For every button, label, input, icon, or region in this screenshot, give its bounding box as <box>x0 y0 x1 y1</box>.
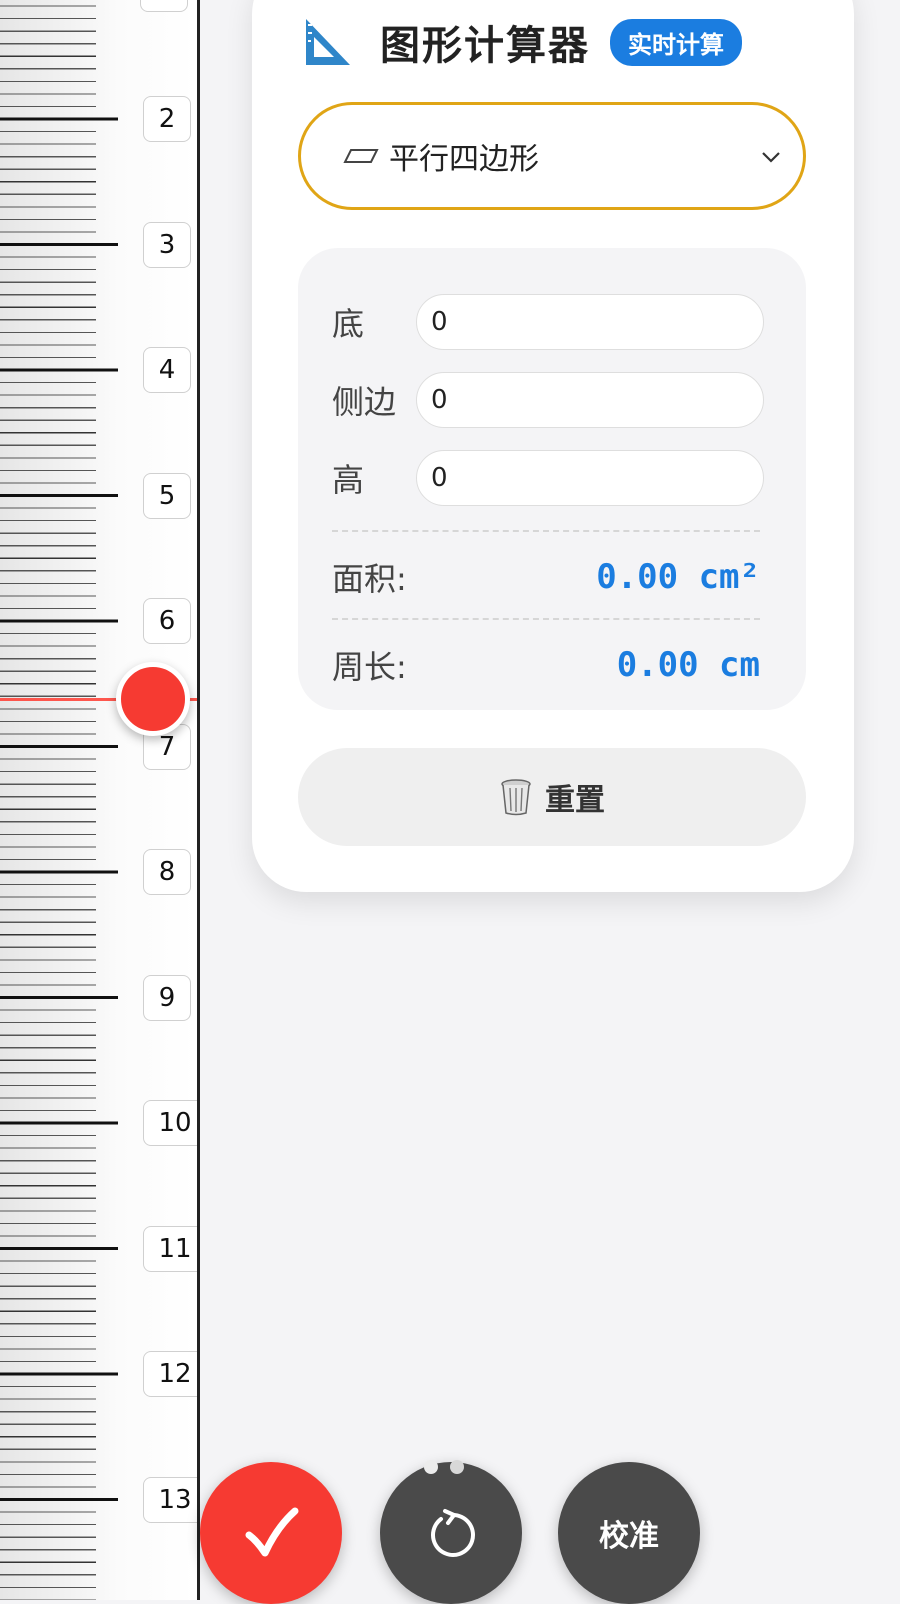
ruler-label: 5 <box>143 472 191 519</box>
ruler-label: 13 <box>143 1476 197 1523</box>
field-label: 底 <box>332 305 365 343</box>
field-height: 高 <box>332 450 764 506</box>
ruler-label-cropped <box>140 0 188 12</box>
perimeter-label: 周长: <box>332 648 407 686</box>
reset-label: 重置 <box>545 783 605 818</box>
reset-button[interactable]: 重置 <box>298 748 806 846</box>
divider <box>332 618 760 620</box>
area-value: 0.00 cm² <box>596 557 760 597</box>
calibrate-button[interactable]: 校准 <box>558 1462 700 1604</box>
area-result: 面积: 0.00 cm² <box>332 552 760 602</box>
perimeter-value: 0.00 cm <box>616 645 760 685</box>
measure-handle[interactable] <box>116 662 190 736</box>
field-label: 侧边 <box>332 383 397 421</box>
shape-calculator-card: 图形计算器 实时计算 平行四边形 底 侧边 高 面积: 0.00 cm² <box>252 0 854 892</box>
calibrate-label: 校准 <box>599 1519 659 1554</box>
field-side: 侧边 <box>332 372 764 428</box>
page-dot[interactable] <box>450 1460 464 1474</box>
rotate-button[interactable] <box>380 1462 522 1604</box>
input-panel: 底 侧边 高 面积: 0.00 cm² 周长: 0.00 cm <box>298 248 806 710</box>
ruler-label: 9 <box>143 974 191 1021</box>
ruler-label: 12 <box>143 1351 197 1397</box>
check-icon <box>245 1507 299 1557</box>
trash-icon <box>501 779 531 816</box>
ruler-label: 6 <box>143 598 191 644</box>
chevron-down-icon <box>762 152 780 163</box>
shape-select[interactable]: 平行四边形 <box>298 102 806 210</box>
calculator-header: 图形计算器 实时计算 <box>300 12 742 72</box>
field-label: 高 <box>332 461 365 499</box>
set-square-icon <box>306 19 350 65</box>
base-input[interactable] <box>416 294 764 350</box>
ruler-label: 4 <box>143 347 191 393</box>
page-indicator <box>424 1460 464 1474</box>
divider <box>332 530 760 532</box>
confirm-button[interactable] <box>200 1462 342 1604</box>
side-input[interactable] <box>416 372 764 428</box>
ruler-label: 11 <box>143 1225 197 1272</box>
parallelogram-icon <box>343 149 379 163</box>
ruler-label: 10 <box>143 1100 197 1146</box>
page-title: 图形计算器 <box>380 23 590 69</box>
ruler-label: 8 <box>143 849 191 895</box>
perimeter-result: 周长: 0.00 cm <box>332 640 760 690</box>
realtime-badge: 实时计算 <box>610 18 742 66</box>
page-dot[interactable] <box>424 1460 438 1474</box>
area-label: 面积: <box>332 560 407 598</box>
shape-select-value: 平行四边形 <box>389 142 539 177</box>
ruler-label: 2 <box>143 96 191 142</box>
ruler[interactable]: 2 3 4 5 6 7 8 9 10 11 12 13 <box>0 0 200 1600</box>
ruler-label: 3 <box>143 221 191 268</box>
height-input[interactable] <box>416 450 764 506</box>
field-base: 底 <box>332 294 764 350</box>
rotate-icon <box>431 1509 475 1557</box>
